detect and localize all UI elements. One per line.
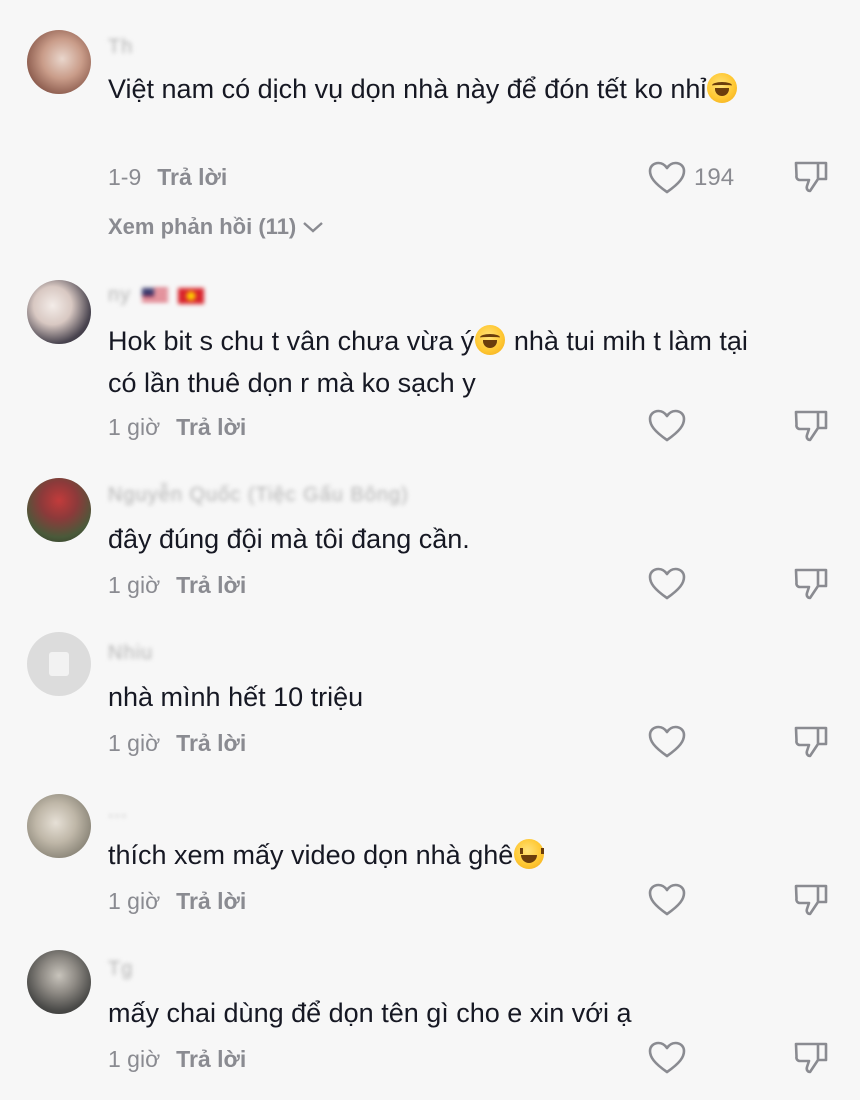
username-text: ny [108, 284, 132, 306]
comment-meta: 1 giờ Trả lời [108, 572, 246, 598]
heart-icon [648, 409, 686, 442]
like-button[interactable] [648, 880, 686, 920]
heart-icon [648, 725, 686, 758]
comment-text: thích xem mấy video dọn nhà ghê [108, 834, 768, 876]
username[interactable]: Nhiu [108, 642, 153, 664]
comment-text-content: mấy chai dùng để dọn tên gì cho e xin vớ… [108, 998, 632, 1028]
like-button[interactable]: 194 [648, 158, 734, 198]
thumbs-down-icon [794, 568, 828, 600]
thumbs-down-icon [794, 726, 828, 758]
username[interactable]: Nguyễn Quốc (Tiệc Gấu Bông) [108, 484, 409, 506]
avatar[interactable] [27, 478, 91, 542]
like-button[interactable] [648, 564, 686, 604]
thumbs-down-icon [794, 884, 828, 916]
thumbs-down-icon [794, 410, 828, 442]
reply-button[interactable]: Trả lời [176, 414, 246, 441]
comment-meta: 1 giờ Trả lời [108, 888, 246, 914]
comment-text-content: Việt nam có dịch vụ dọn nhà này để đón t… [108, 74, 707, 104]
comment-text: đây đúng đội mà tôi đang cần. [108, 518, 768, 560]
avatar[interactable] [27, 30, 91, 94]
dislike-button[interactable] [792, 722, 830, 760]
dislike-button[interactable] [792, 406, 830, 444]
reply-button[interactable]: Trả lời [176, 572, 246, 599]
thumbs-down-icon [794, 1042, 828, 1074]
comment-meta: 1 giờ Trả lời [108, 730, 246, 756]
reply-button[interactable]: Trả lời [176, 888, 246, 915]
comment-time: 1 giờ [108, 1046, 161, 1072]
laughing-tears-emoji-icon [707, 73, 738, 103]
us-flag-icon [141, 287, 168, 304]
laughing-tears-emoji-icon [475, 325, 506, 355]
comment-text-content: nhà mình hết 10 triệu [108, 682, 364, 712]
heart-icon [648, 1041, 686, 1074]
comment-text: Hok bit s chu t vân chưa vừa ý nhà tui m… [108, 320, 768, 404]
comment-meta: 1-9 Trả lời [108, 164, 227, 190]
comment-text-content: thích xem mấy video dọn nhà ghê [108, 840, 514, 870]
dislike-button[interactable] [792, 157, 830, 195]
comment-text-content: đây đúng đội mà tôi đang cần. [108, 524, 470, 554]
avatar[interactable] [27, 280, 91, 344]
reply-button[interactable]: Trả lời [176, 1046, 246, 1073]
heart-icon [648, 161, 686, 194]
comment-meta: 1 giờ Trả lời [108, 414, 246, 440]
dislike-button[interactable] [792, 564, 830, 602]
comment-time: 1 giờ [108, 888, 161, 914]
reply-button[interactable]: Trả lời [157, 164, 227, 191]
comment-text: nhà mình hết 10 triệu [108, 676, 768, 718]
avatar[interactable] [27, 794, 91, 858]
heart-icon [648, 567, 686, 600]
avatar[interactable] [27, 950, 91, 1014]
username[interactable]: ... [108, 800, 128, 822]
vn-flag-icon [178, 287, 205, 304]
comment-meta: 1 giờ Trả lời [108, 1046, 246, 1072]
comment-time: 1 giờ [108, 730, 161, 756]
like-button[interactable] [648, 1038, 686, 1078]
default-avatar-icon [49, 652, 69, 676]
dislike-button[interactable] [792, 880, 830, 918]
comment-text: Việt nam có dịch vụ dọn nhà này để đón t… [108, 68, 768, 110]
view-replies-button[interactable]: Xem phản hồi (11) [108, 214, 324, 240]
reply-button[interactable]: Trả lời [176, 730, 246, 757]
thumbs-down-icon [794, 161, 828, 193]
comment-time: 1 giờ [108, 414, 161, 440]
username[interactable]: Th [108, 36, 133, 58]
avatar[interactable] [27, 632, 91, 696]
view-replies-label: Xem phản hồi (11) [108, 214, 297, 239]
comment-time: 1 giờ [108, 572, 161, 598]
dislike-button[interactable] [792, 1038, 830, 1076]
like-count: 194 [694, 164, 735, 191]
comment-text: mấy chai dùng để dọn tên gì cho e xin vớ… [108, 992, 768, 1034]
username[interactable]: Tg [108, 958, 133, 980]
chevron-down-icon [303, 222, 324, 233]
username[interactable]: ny [108, 284, 205, 306]
grinning-squint-emoji-icon [514, 839, 545, 869]
comment-time: 1-9 [108, 164, 142, 190]
comment-text-content: Hok bit s chu t vân chưa vừa ý [108, 326, 475, 356]
like-button[interactable] [648, 722, 686, 762]
like-button[interactable] [648, 406, 686, 446]
heart-icon [648, 883, 686, 916]
